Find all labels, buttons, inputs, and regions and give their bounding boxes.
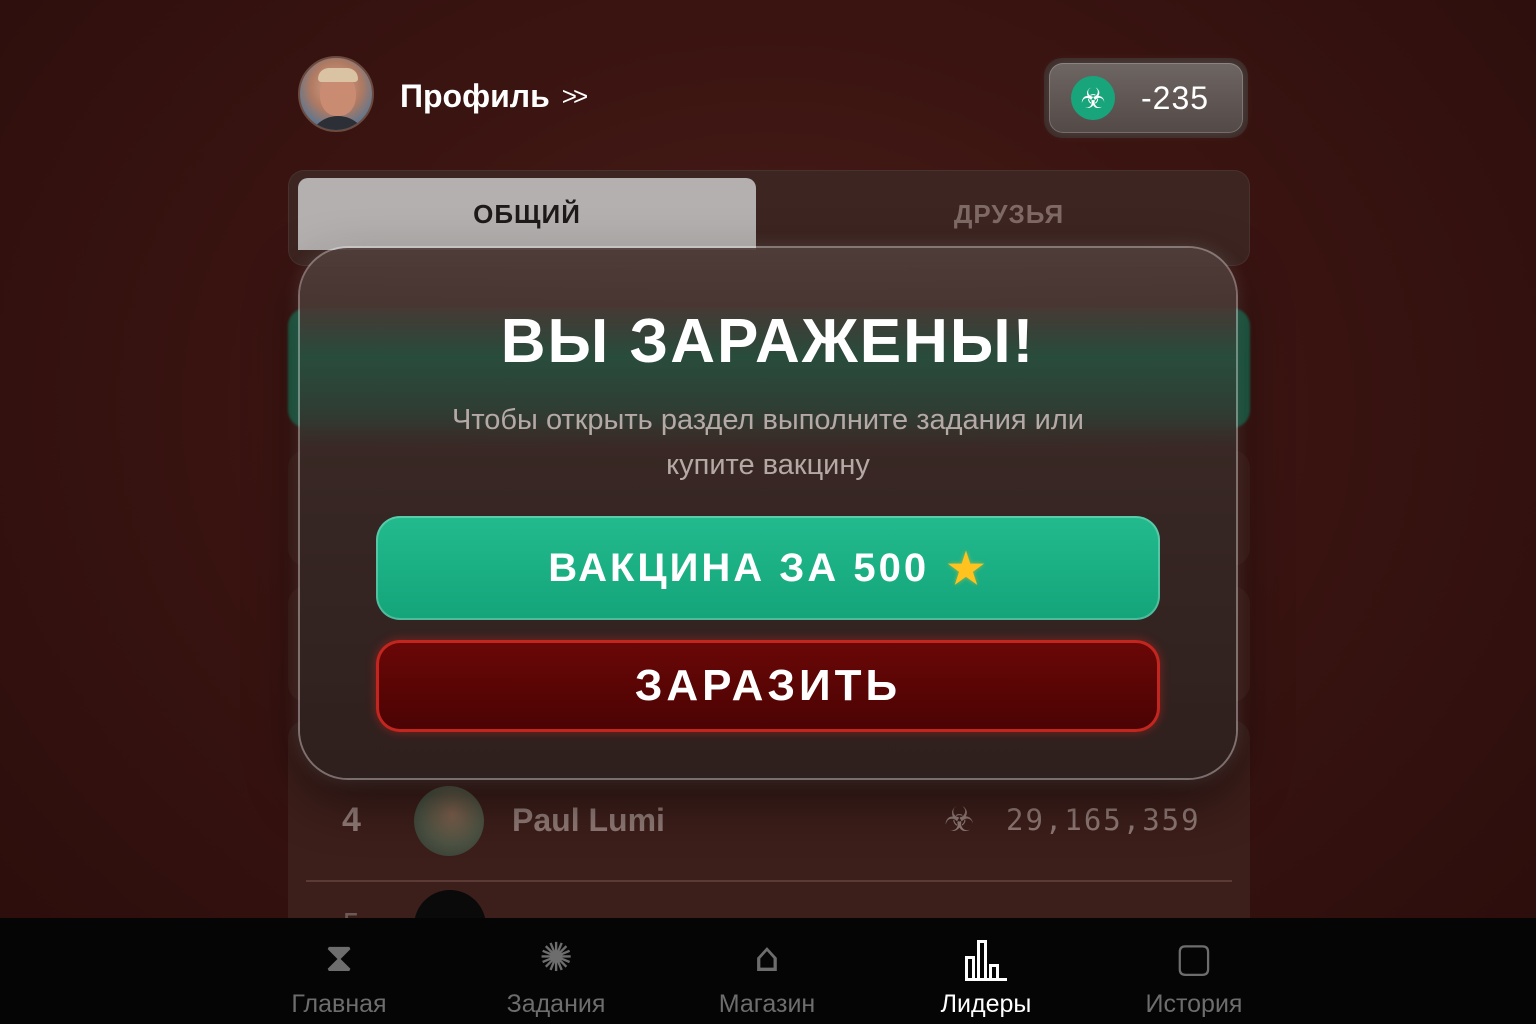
hourglass-icon: ⧗ <box>324 935 354 981</box>
biohazard-icon: ☣ <box>944 800 975 840</box>
nav-label: Главная <box>291 990 387 1018</box>
profile-label: Профиль <box>400 78 550 114</box>
nav-item-leaders[interactable]: Лидеры <box>906 932 1066 1022</box>
bar-chart-icon <box>965 932 1007 984</box>
biohazard-icon: ☣ <box>1071 76 1115 120</box>
tab-general[interactable]: ОБЩИЙ <box>298 178 756 250</box>
balance-value: -235 <box>1141 79 1210 116</box>
tab-friends[interactable]: ДРУЗЬЯ <box>780 178 1238 250</box>
nav-item-tasks[interactable]: ✺ Задания <box>476 932 636 1022</box>
infect-button[interactable]: ЗАРАЗИТЬ <box>376 640 1160 732</box>
buy-vaccine-label: ВАКЦИНА ЗА 500 <box>548 545 930 590</box>
modal-title: ВЫ ЗАРАЖЕНЫ! <box>500 307 1036 376</box>
top-bar: Профиль >> ☣ -235 <box>298 56 1250 138</box>
player-score: 29,165,359 <box>1006 803 1201 837</box>
nav-label: Задания <box>506 990 606 1018</box>
rank-number: 4 <box>342 800 361 839</box>
leaderboard-row[interactable]: 4 Paul Lumi ☣ 29,165,359 <box>288 780 1250 860</box>
avatar <box>414 786 484 856</box>
modal-subtitle: Чтобы открыть раздел выполните задания и… <box>452 404 1084 481</box>
nav-item-history[interactable]: ▢ История <box>1114 932 1274 1022</box>
nav-item-store[interactable]: ⌂ Магазин <box>687 932 847 1022</box>
calendar-icon: ▢ <box>1175 935 1213 981</box>
player-name: Paul Lumi <box>512 801 665 838</box>
buy-vaccine-button[interactable]: ВАКЦИНА ЗА 500 ★ <box>376 516 1160 620</box>
profile-avatar[interactable] <box>298 56 374 132</box>
nav-label: История <box>1145 990 1243 1018</box>
nav-label: Магазин <box>718 990 816 1018</box>
divider <box>306 880 1232 882</box>
profile-link[interactable]: Профиль >> <box>400 78 588 115</box>
store-icon: ⌂ <box>754 935 780 981</box>
bottom-nav: ⧗ Главная ✺ Задания ⌂ Магазин Лидеры ▢ И… <box>0 918 1536 1024</box>
nav-item-home[interactable]: ⧗ Главная <box>259 932 419 1022</box>
balance-counter[interactable]: ☣ -235 <box>1044 58 1248 138</box>
nav-label: Лидеры <box>940 990 1032 1018</box>
virus-icon: ✺ <box>539 935 573 981</box>
double-chevron-right-icon: >> <box>561 81 588 111</box>
infected-modal: ВЫ ЗАРАЖЕНЫ! Чтобы открыть раздел выполн… <box>300 248 1236 778</box>
star-icon: ★ <box>947 544 988 592</box>
